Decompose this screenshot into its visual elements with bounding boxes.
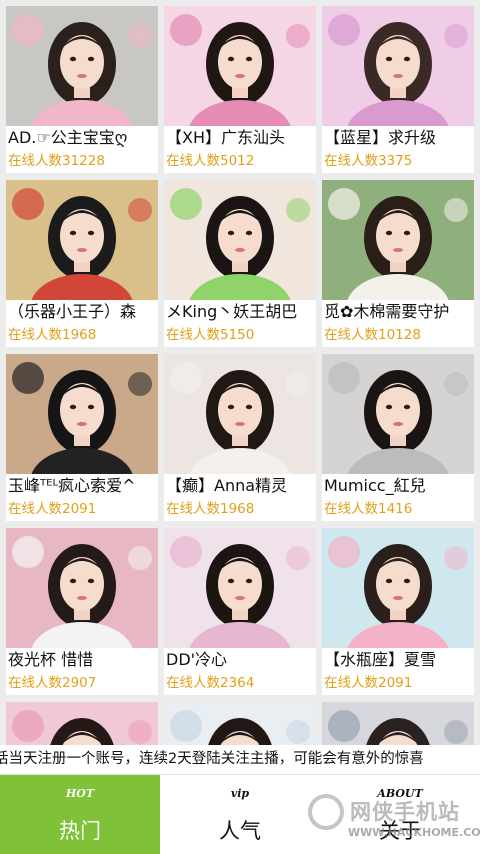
tab-about-label: 关于 bbox=[379, 819, 421, 843]
bottom-tab-bar: HOT 热门 vip 人气 ABOUT 关于 bbox=[0, 774, 480, 854]
anchor-thumbnail bbox=[322, 180, 474, 300]
online-count: 在线人数2364 bbox=[166, 675, 255, 691]
online-count: 在线人数5012 bbox=[166, 153, 255, 169]
anchor-name: 【蓝星】求升级 bbox=[324, 128, 437, 147]
online-count: 在线人数31228 bbox=[8, 153, 105, 169]
anchor-thumbnail bbox=[322, 528, 474, 648]
anchor-grid: AD.☞公主宝宝ღ 在线人数31228 【XH】广东汕头 在线人数5012 【蓝星】求升… bbox=[0, 0, 480, 745]
anchor-name: DD'冷心 bbox=[166, 650, 228, 669]
tab-vip-label: 人气 bbox=[219, 819, 261, 843]
anchor-card[interactable]: 【癫】Anna精灵 在线人数1968 bbox=[164, 354, 316, 521]
online-count: 在线人数3375 bbox=[324, 153, 413, 169]
anchor-name: 夜光杯 惜惜 bbox=[8, 650, 94, 669]
anchor-photo bbox=[6, 528, 158, 648]
anchor-thumbnail bbox=[164, 6, 316, 126]
anchor-photo bbox=[322, 6, 474, 126]
anchor-photo bbox=[6, 354, 158, 474]
anchor-card[interactable]: 【XH】广东汕头 在线人数5012 bbox=[164, 6, 316, 173]
anchor-photo bbox=[6, 6, 158, 126]
tab-about[interactable]: ABOUT 关于 bbox=[320, 775, 480, 854]
online-count: 在线人数1968 bbox=[8, 327, 97, 343]
anchor-photo bbox=[164, 702, 316, 745]
anchor-thumbnail bbox=[164, 528, 316, 648]
anchor-thumbnail bbox=[6, 180, 158, 300]
anchor-name: 【XH】广东汕头 bbox=[166, 128, 285, 147]
anchor-thumbnail bbox=[6, 354, 158, 474]
anchor-photo bbox=[322, 354, 474, 474]
tab-hot-caption: HOT bbox=[65, 787, 95, 800]
anchor-name: メKing丶妖王胡巴 bbox=[166, 302, 298, 321]
anchor-photo bbox=[164, 528, 316, 648]
anchor-thumbnail bbox=[6, 6, 158, 126]
anchor-card[interactable]: メKing丶妖王胡巴 在线人数5150 bbox=[164, 180, 316, 347]
anchor-card[interactable] bbox=[164, 702, 316, 745]
online-count: 在线人数10128 bbox=[324, 327, 421, 343]
anchor-thumbnail bbox=[6, 528, 158, 648]
anchor-photo bbox=[322, 180, 474, 300]
anchor-card[interactable]: 玉峰ᵀᴱᴸ疯心索爱^ 在线人数2091 bbox=[6, 354, 158, 521]
anchor-name: 觅✿木棉需要守护 bbox=[324, 302, 450, 321]
anchor-name: 【水瓶座】夏雪 bbox=[324, 650, 437, 669]
online-count: 在线人数1968 bbox=[166, 501, 255, 517]
anchor-card[interactable]: DD'冷心在线人数2364 bbox=[164, 528, 316, 695]
tab-vip[interactable]: vip 人气 bbox=[160, 775, 320, 854]
online-count: 在线人数2091 bbox=[8, 501, 97, 517]
anchor-card[interactable]: （乐器小王子）森 在线人数1968 bbox=[6, 180, 158, 347]
anchor-thumbnail bbox=[322, 354, 474, 474]
anchor-thumbnail bbox=[164, 354, 316, 474]
anchor-photo bbox=[164, 6, 316, 126]
online-count: 在线人数2907 bbox=[8, 675, 97, 691]
tab-hot-label: 热门 bbox=[59, 819, 101, 843]
anchor-photo bbox=[322, 702, 474, 745]
anchor-card[interactable]: 觅✿木棉需要守护 在线人数10128 bbox=[322, 180, 474, 347]
online-count: 在线人数5150 bbox=[166, 327, 255, 343]
anchor-name: 【癫】Anna精灵 bbox=[166, 476, 288, 495]
notice-marquee: 话当天注册一个账号，连续2天登陆关注主播，可能会有意外的惊喜 bbox=[0, 745, 480, 774]
anchor-thumbnail bbox=[164, 702, 316, 745]
anchor-photo bbox=[6, 702, 158, 745]
anchor-card[interactable]: 【蓝星】求升级 在线人数3375 bbox=[322, 6, 474, 173]
tab-hot[interactable]: HOT 热门 bbox=[0, 775, 160, 854]
tab-vip-caption: vip bbox=[230, 787, 250, 800]
anchor-name: 玉峰ᵀᴱᴸ疯心索爱^ bbox=[8, 476, 136, 495]
anchor-thumbnail bbox=[322, 6, 474, 126]
anchor-name: （乐器小王子）森 bbox=[8, 302, 137, 321]
anchor-thumbnail bbox=[322, 702, 474, 745]
anchor-card[interactable]: Mumicc_紅兒 在线人数1416 bbox=[322, 354, 474, 521]
anchor-name: AD.☞公主宝宝ღ bbox=[8, 128, 128, 147]
anchor-thumbnail bbox=[164, 180, 316, 300]
online-count: 在线人数1416 bbox=[324, 501, 413, 517]
anchor-card[interactable] bbox=[322, 702, 474, 745]
anchor-card[interactable]: 夜光杯 惜惜 在线人数2907 bbox=[6, 528, 158, 695]
tab-about-caption: ABOUT bbox=[377, 787, 423, 800]
anchor-card[interactable]: 【水瓶座】夏雪 在线人数2091 bbox=[322, 528, 474, 695]
notice-text: 话当天注册一个账号，连续2天登陆关注主播，可能会有意外的惊喜 bbox=[0, 751, 424, 767]
anchor-photo bbox=[6, 180, 158, 300]
anchor-photo bbox=[164, 180, 316, 300]
online-count: 在线人数2091 bbox=[324, 675, 413, 691]
anchor-card[interactable]: AD.☞公主宝宝ღ 在线人数31228 bbox=[6, 6, 158, 173]
anchor-card[interactable] bbox=[6, 702, 158, 745]
anchor-photo bbox=[322, 528, 474, 648]
anchor-name: Mumicc_紅兒 bbox=[324, 476, 426, 495]
anchor-photo bbox=[164, 354, 316, 474]
anchor-thumbnail bbox=[6, 702, 158, 745]
